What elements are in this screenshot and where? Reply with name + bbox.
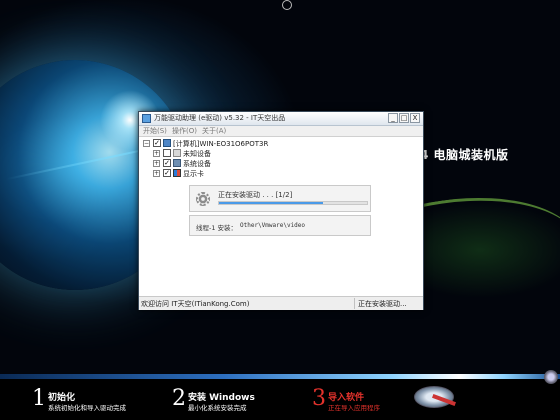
tree-item-system[interactable]: + ✓ 系统设备 bbox=[153, 159, 273, 169]
busy-cursor-icon bbox=[282, 0, 292, 10]
display-adapter-icon bbox=[173, 169, 181, 177]
thread-panel: 线程-1 安装： Other\Vmware\video bbox=[189, 215, 371, 236]
brand-text: 4 电脑城装机版 bbox=[420, 148, 509, 162]
maximize-button[interactable]: □ bbox=[399, 113, 409, 123]
system-device-icon bbox=[173, 159, 181, 167]
tree-root-checkbox[interactable]: ✓ bbox=[153, 139, 161, 147]
device-tree: − ✓ [计算机]WIN-EO31O6POT3R + 未知设备 + ✓ 系统设备… bbox=[139, 136, 423, 297]
status-divider bbox=[354, 298, 355, 309]
close-button[interactable]: X bbox=[410, 113, 420, 123]
menu-start[interactable]: 开始(S) bbox=[143, 126, 167, 136]
computer-icon bbox=[163, 139, 171, 147]
step-description: 正在导入应用程序 bbox=[328, 404, 380, 412]
progress-panel: 正在安装驱动 . . . [1/2] bbox=[189, 185, 371, 212]
status-left-text[interactable]: 欢迎访问 IT天空(ITianKong.Com) bbox=[141, 299, 249, 309]
step-description: 系统初始化和导入驱动完成 bbox=[48, 404, 126, 412]
progress-label: 正在安装驱动 . . . [1/2] bbox=[218, 191, 293, 199]
thread-path: Other\Vmware\video bbox=[240, 222, 306, 229]
menu-bar: 开始(S) 操作(O) 关于(A) bbox=[139, 125, 423, 136]
unknown-device-icon bbox=[173, 149, 181, 157]
tree-item-checkbox[interactable]: ✓ bbox=[163, 169, 171, 177]
app-icon bbox=[142, 114, 151, 123]
expand-icon[interactable]: + bbox=[153, 170, 160, 177]
tree-item-checkbox[interactable] bbox=[163, 149, 171, 157]
status-bar: 欢迎访问 IT天空(ITianKong.Com) 正在安装驱动... bbox=[139, 296, 423, 310]
tree-item-label: 未知设备 bbox=[183, 150, 211, 158]
expand-icon[interactable]: + bbox=[153, 160, 160, 167]
step-number: 1 bbox=[32, 386, 46, 411]
tree-item-display[interactable]: + ✓ 显示卡 bbox=[153, 169, 273, 179]
step-bar-highlight bbox=[0, 374, 560, 379]
tree-item-checkbox[interactable]: ✓ bbox=[163, 159, 171, 167]
step-description: 最小化系统安装完成 bbox=[188, 404, 247, 412]
tree-root-row[interactable]: − ✓ [计算机]WIN-EO31O6POT3R bbox=[143, 139, 343, 149]
menu-about[interactable]: 关于(A) bbox=[202, 126, 226, 136]
driver-assistant-window[interactable]: 万能驱动助理 (e驱动) v5.32 - IT天空出品 _ □ X 开始(S) … bbox=[138, 111, 424, 310]
thread-label: 线程-1 安装： bbox=[196, 224, 238, 232]
setup-step-bar bbox=[0, 374, 560, 420]
progress-bar bbox=[218, 201, 368, 205]
tree-root-label: [计算机]WIN-EO31O6POT3R bbox=[173, 140, 269, 148]
progress-fill bbox=[219, 202, 323, 204]
window-title: 万能驱动助理 (e驱动) v5.32 - IT天空出品 bbox=[154, 114, 286, 122]
tree-item-label: 显示卡 bbox=[183, 170, 204, 178]
globe-icon bbox=[544, 370, 558, 384]
title-bar[interactable]: 万能驱动助理 (e驱动) v5.32 - IT天空出品 _ □ X bbox=[139, 112, 423, 126]
collapse-icon[interactable]: − bbox=[143, 140, 150, 147]
expand-icon[interactable]: + bbox=[153, 150, 160, 157]
step-number: 2 bbox=[172, 386, 186, 411]
minimize-button[interactable]: _ bbox=[388, 113, 398, 123]
menu-operate[interactable]: 操作(O) bbox=[172, 126, 197, 136]
step-number: 3 bbox=[312, 386, 326, 411]
status-right-text: 正在安装驱动... bbox=[358, 300, 407, 308]
tree-item-unknown[interactable]: + 未知设备 bbox=[153, 149, 273, 159]
tree-item-label: 系统设备 bbox=[183, 160, 211, 168]
gear-icon bbox=[196, 192, 210, 206]
